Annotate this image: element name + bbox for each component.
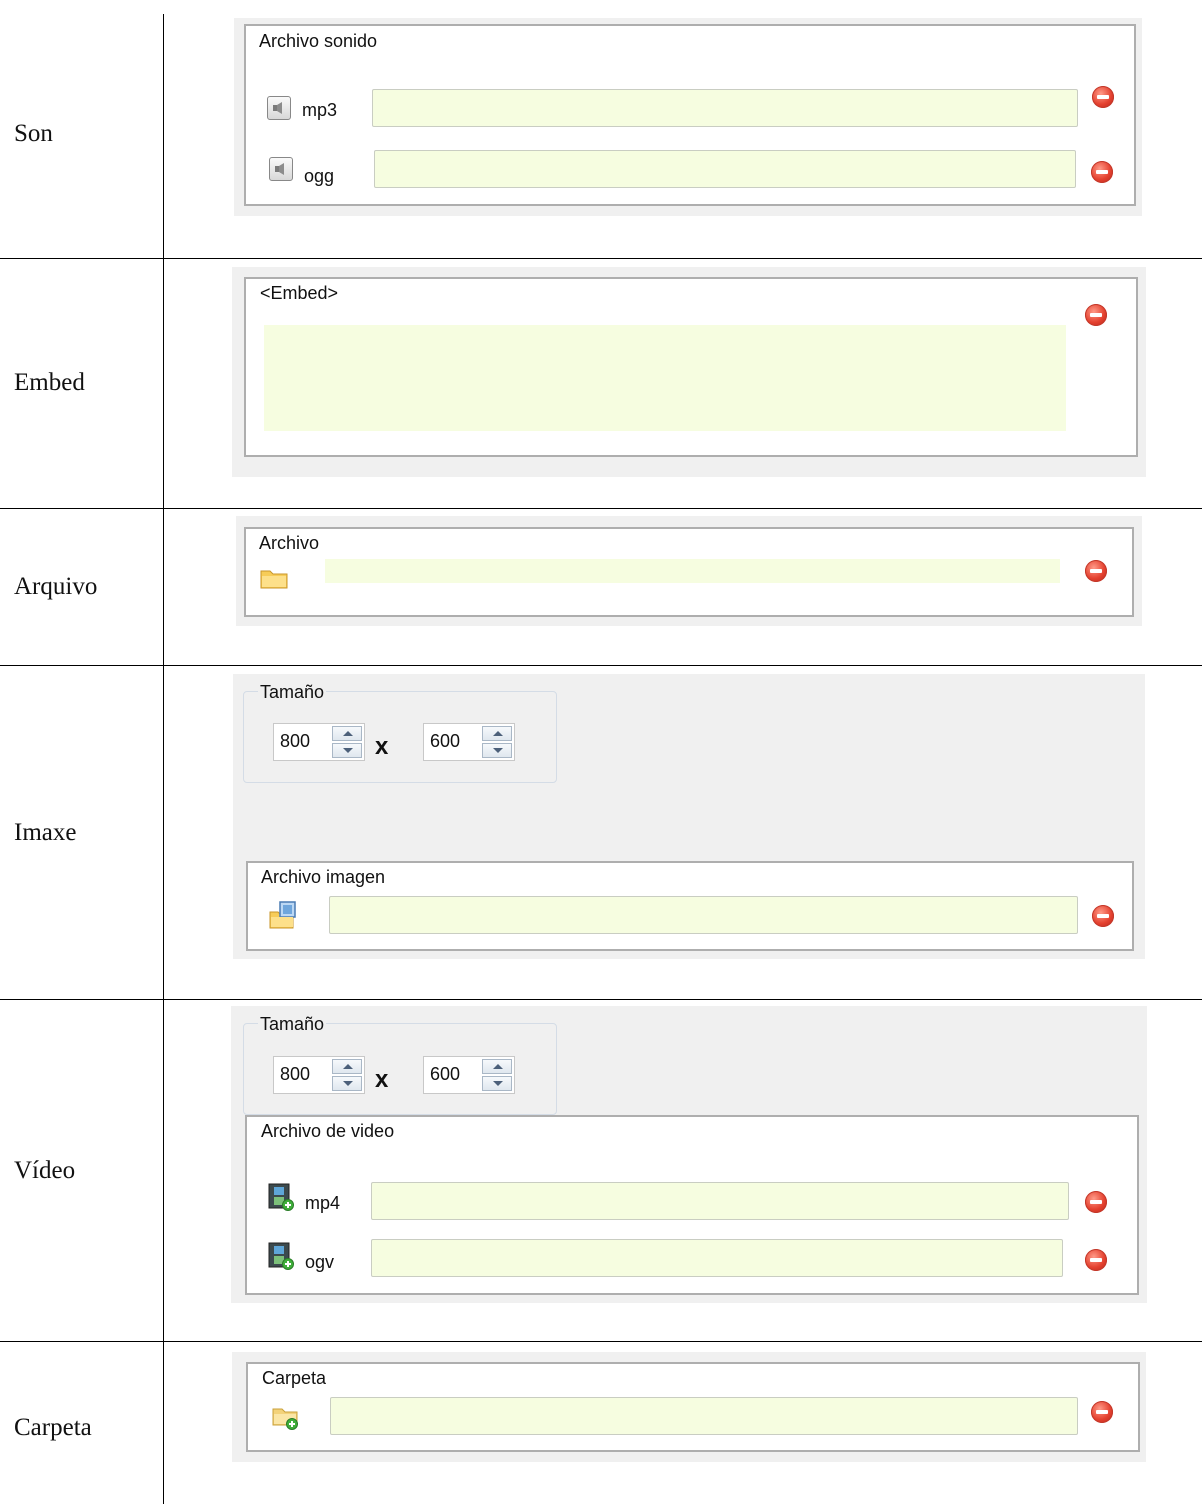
film-add-icon[interactable]	[268, 1183, 294, 1211]
sound-file-group: Archivo sonido mp3 ogg	[244, 24, 1136, 206]
size-title: Tamaño	[258, 1014, 327, 1035]
spin-down-icon[interactable]	[482, 743, 512, 758]
folder-panel: Carpeta	[232, 1352, 1146, 1462]
group-title: Archivo sonido	[259, 31, 378, 51]
table-row-carpeta: Carpeta Carpeta	[0, 1341, 1202, 1504]
video-file-group: Archivo de video mp4 ogv	[245, 1115, 1139, 1295]
group-title: <Embed>	[260, 283, 339, 303]
height-stepper[interactable]	[482, 726, 512, 758]
mp3-file-input[interactable]	[372, 89, 1078, 127]
speaker-icon[interactable]	[267, 96, 291, 120]
group-title: Archivo	[259, 533, 320, 553]
spin-up-icon[interactable]	[482, 1059, 512, 1074]
row-label: Arquivo	[14, 573, 98, 600]
embed-panel: <Embed>	[232, 267, 1146, 477]
width-input[interactable]: 800	[273, 1056, 365, 1094]
ogv-file-input[interactable]	[371, 1239, 1063, 1277]
video-panel: Tamaño 800 x 600 Archivo de video mp4 og…	[231, 1006, 1147, 1303]
remove-icon[interactable]	[1085, 1249, 1107, 1271]
file-input[interactable]	[325, 559, 1060, 583]
height-value: 600	[430, 1064, 461, 1084]
table-row-embed: Embed <Embed>	[0, 258, 1202, 508]
film-add-icon[interactable]	[268, 1242, 294, 1270]
folder-add-icon[interactable]	[272, 1406, 300, 1430]
table-row-video: Vídeo Tamaño 800 x 600 Archivo de video …	[0, 999, 1202, 1341]
times-separator: x	[375, 733, 389, 760]
image-file-input[interactable]	[329, 896, 1078, 934]
remove-icon[interactable]	[1085, 304, 1107, 326]
row-label: Carpeta	[14, 1414, 92, 1441]
remove-icon[interactable]	[1085, 1191, 1107, 1213]
spin-up-icon[interactable]	[332, 1059, 362, 1074]
remove-icon[interactable]	[1091, 1401, 1113, 1423]
file-ext-label: ogv	[305, 1252, 335, 1272]
remove-icon[interactable]	[1092, 86, 1114, 108]
group-title: Archivo de video	[261, 1121, 395, 1141]
remove-icon[interactable]	[1091, 161, 1113, 183]
remove-icon[interactable]	[1092, 905, 1114, 927]
group-title: Carpeta	[262, 1368, 327, 1388]
height-value: 600	[430, 731, 461, 751]
folder-icon[interactable]	[260, 567, 288, 589]
spin-down-icon[interactable]	[332, 1076, 362, 1091]
height-input[interactable]: 600	[423, 723, 515, 761]
row-label: Son	[14, 120, 53, 147]
spin-up-icon[interactable]	[332, 726, 362, 741]
file-group: Archivo	[244, 527, 1134, 617]
table-row-son: Son Archivo sonido mp3 ogg	[0, 0, 1202, 258]
size-title: Tamaño	[258, 682, 327, 703]
image-file-group: Archivo imagen	[246, 861, 1134, 951]
width-input[interactable]: 800	[273, 723, 365, 761]
width-stepper[interactable]	[332, 1059, 362, 1091]
file-ext-label: mp3	[302, 100, 338, 120]
embed-code-textarea[interactable]	[264, 325, 1066, 431]
file-panel: Archivo	[236, 516, 1142, 626]
embed-group: <Embed>	[244, 277, 1138, 457]
height-stepper[interactable]	[482, 1059, 512, 1091]
spin-down-icon[interactable]	[332, 743, 362, 758]
mp4-file-input[interactable]	[371, 1182, 1069, 1220]
remove-icon[interactable]	[1085, 560, 1107, 582]
height-input[interactable]: 600	[423, 1056, 515, 1094]
image-folder-icon[interactable]	[269, 900, 299, 930]
row-label: Embed	[14, 369, 85, 396]
group-title: Archivo imagen	[261, 867, 386, 887]
folder-input[interactable]	[330, 1397, 1078, 1435]
width-stepper[interactable]	[332, 726, 362, 758]
row-label: Imaxe	[14, 819, 77, 846]
sound-panel: Archivo sonido mp3 ogg	[234, 18, 1142, 216]
table-row-imaxe: Imaxe Tamaño 800 x 600 Archivo imagen	[0, 665, 1202, 999]
row-label: Vídeo	[14, 1157, 76, 1184]
width-value: 800	[280, 1064, 311, 1084]
speaker-icon[interactable]	[269, 157, 293, 181]
table-row-arquivo: Arquivo Archivo	[0, 508, 1202, 665]
width-value: 800	[280, 731, 311, 751]
folder-group: Carpeta	[246, 1362, 1140, 1452]
file-ext-label: mp4	[305, 1193, 341, 1213]
spin-down-icon[interactable]	[482, 1076, 512, 1091]
times-separator: x	[375, 1066, 389, 1093]
ogg-file-input[interactable]	[374, 150, 1076, 188]
file-ext-label: ogg	[304, 166, 335, 186]
spin-up-icon[interactable]	[482, 726, 512, 741]
image-panel: Tamaño 800 x 600 Archivo imagen	[233, 674, 1145, 959]
